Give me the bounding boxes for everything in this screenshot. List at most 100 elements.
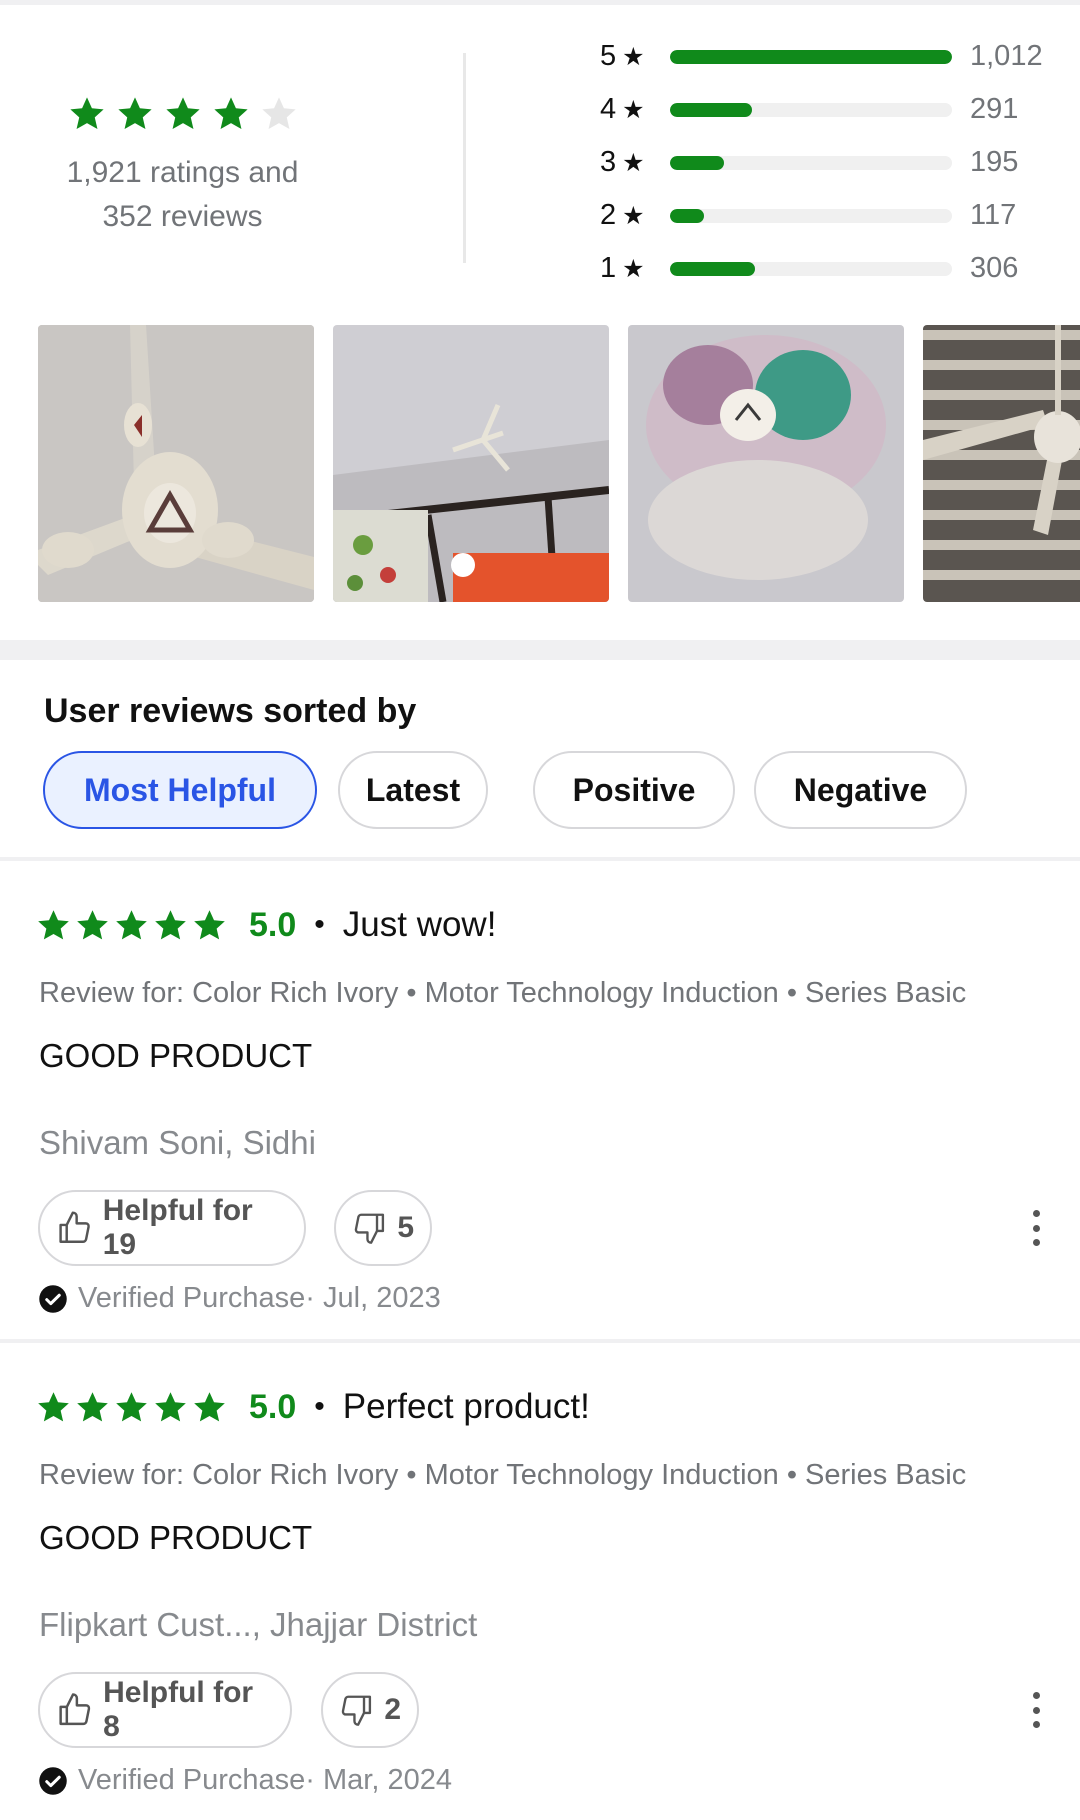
thumbs-up-icon [59,1693,91,1726]
review-variant: Review for: Color Rich Ivory • Motor Tec… [39,1459,967,1491]
sort-chip-negative[interactable]: Negative [754,751,967,829]
dislike-button[interactable]: 2 [321,1672,419,1748]
review-photos-strip[interactable] [0,325,1080,603]
sort-chip-latest[interactable]: Latest [338,751,488,829]
rating-bar-track [670,49,952,64]
rating-bar-row: 5 ★ 1,012 [600,30,1060,83]
verified-text: Verified Purchase· Mar, 2024 [78,1764,452,1796]
rating-bar-stars: 2 [600,199,617,231]
review-author: Shivam Soni, Sidhi [39,1124,316,1161]
review-card: 5.0 • Perfect product! Review for: Color… [0,1344,1080,1810]
rating-bar-fill [670,102,752,117]
verified-check-icon [39,1284,67,1313]
star-icon: ★ [622,148,645,177]
review-title: Perfect product! [342,1387,590,1426]
rating-bar-label: 1 ★ [600,252,652,285]
thumbs-up-icon [59,1211,90,1243]
rating-bar-stars: 5 [600,40,617,72]
rating-breakdown: 5 ★ 1,012 4 ★ 291 3 ★ 195 2 ★ 117 1 ★ 306 [600,30,1060,295]
sort-chip-positive[interactable]: Positive [533,751,735,829]
separator-dot: • [314,1390,325,1423]
review-stars [36,908,227,943]
rating-bar-label: 5 ★ [600,40,652,73]
star-empty-icon [261,97,296,130]
review-header: 5.0 • Just wow! [36,900,496,950]
star-icon: ★ [622,254,645,283]
more-options-icon[interactable] [1028,1692,1044,1728]
rating-bar-fill [670,261,755,276]
helpful-label: Helpful for 19 [102,1194,253,1261]
rating-bar-count: 1,012 [970,40,1043,72]
rating-bar-row: 4 ★ 291 [600,83,1060,136]
ratings-line: 1,921 ratings and [66,156,299,189]
thumbs-down-icon [341,1695,372,1726]
overall-rating: 1,921 ratings and 352 reviews [0,95,365,239]
helpful-button[interactable]: Helpful for 8 [38,1672,292,1748]
review-photo[interactable] [628,325,904,602]
star-icon: ★ [622,201,645,230]
reviews-line: 352 reviews [102,200,263,233]
rating-bar-track [670,102,952,117]
star-filled-icon [165,97,200,130]
rating-bar-stars: 1 [600,252,617,284]
star-icon: ★ [622,95,645,124]
star-filled-icon [69,97,104,130]
review-photo[interactable] [38,325,314,602]
overall-stars [0,95,365,133]
review-author: Flipkart Cust..., Jhajjar District [39,1606,478,1643]
star-icon: ★ [622,42,645,71]
review-card: 5.0 • Just wow! Review for: Color Rich I… [0,862,1080,1328]
rating-bar-stars: 4 [600,93,617,125]
rating-bar-fill [670,49,952,64]
star-filled-icon [116,1391,147,1421]
rating-bar-label: 4 ★ [600,93,652,126]
review-divider [0,857,1080,861]
star-filled-icon [117,97,152,130]
rating-bar-row: 1 ★ 306 [600,242,1060,295]
rating-bar-label: 2 ★ [600,199,652,232]
star-filled-icon [77,1391,108,1421]
verified-text: Verified Purchase· Jul, 2023 [78,1282,441,1314]
dislike-count: 5 [397,1211,414,1244]
review-body: GOOD PRODUCT [39,1519,313,1556]
review-photo[interactable] [333,325,609,602]
rating-summary: 1,921 ratings and 352 reviews 5 ★ 1,012 4 ★ 2… [0,5,1080,320]
rating-bar-label: 3 ★ [600,146,652,179]
helpful-label: Helpful for 8 [103,1676,254,1743]
section-divider [0,640,1080,660]
sort-title: User reviews sorted by [44,692,417,730]
helpful-button[interactable]: Helpful for 19 [38,1190,306,1266]
review-score: 5.0 [249,905,297,944]
star-filled-icon [194,1391,225,1421]
star-filled-icon [155,1391,186,1421]
star-filled-icon [116,909,147,939]
review-divider [0,1339,1080,1343]
more-options-icon[interactable] [1028,1210,1044,1246]
rating-bar-track [670,155,952,170]
rating-bar-fill [670,208,704,223]
dislike-count: 2 [384,1693,401,1726]
sort-chip-most-helpful[interactable]: Most Helpful [43,751,317,829]
separator-dot: • [314,908,325,941]
star-filled-icon [77,909,108,939]
rating-bar-count: 117 [970,199,1017,231]
rating-bar-stars: 3 [600,146,617,178]
summary-divider [463,53,466,263]
verified-check-icon [39,1766,67,1795]
rating-bar-fill [670,155,724,170]
star-filled-icon [194,909,225,939]
review-stars [36,1390,227,1425]
star-filled-icon [155,909,186,939]
review-score: 5.0 [249,1387,297,1426]
review-header: 5.0 • Perfect product! [36,1382,590,1432]
star-filled-icon [38,1391,69,1421]
rating-bar-row: 3 ★ 195 [600,136,1060,189]
star-filled-icon [38,909,69,939]
review-body: GOOD PRODUCT [39,1037,313,1074]
verified-purchase: Verified Purchase· Mar, 2024 [38,1764,452,1797]
review-variant: Review for: Color Rich Ivory • Motor Tec… [39,977,967,1009]
verified-purchase: Verified Purchase· Jul, 2023 [38,1282,441,1315]
ratings-count-text: 1,921 ratings and 352 reviews [53,151,313,239]
review-photo[interactable] [923,325,1080,602]
dislike-button[interactable]: 5 [334,1190,432,1266]
